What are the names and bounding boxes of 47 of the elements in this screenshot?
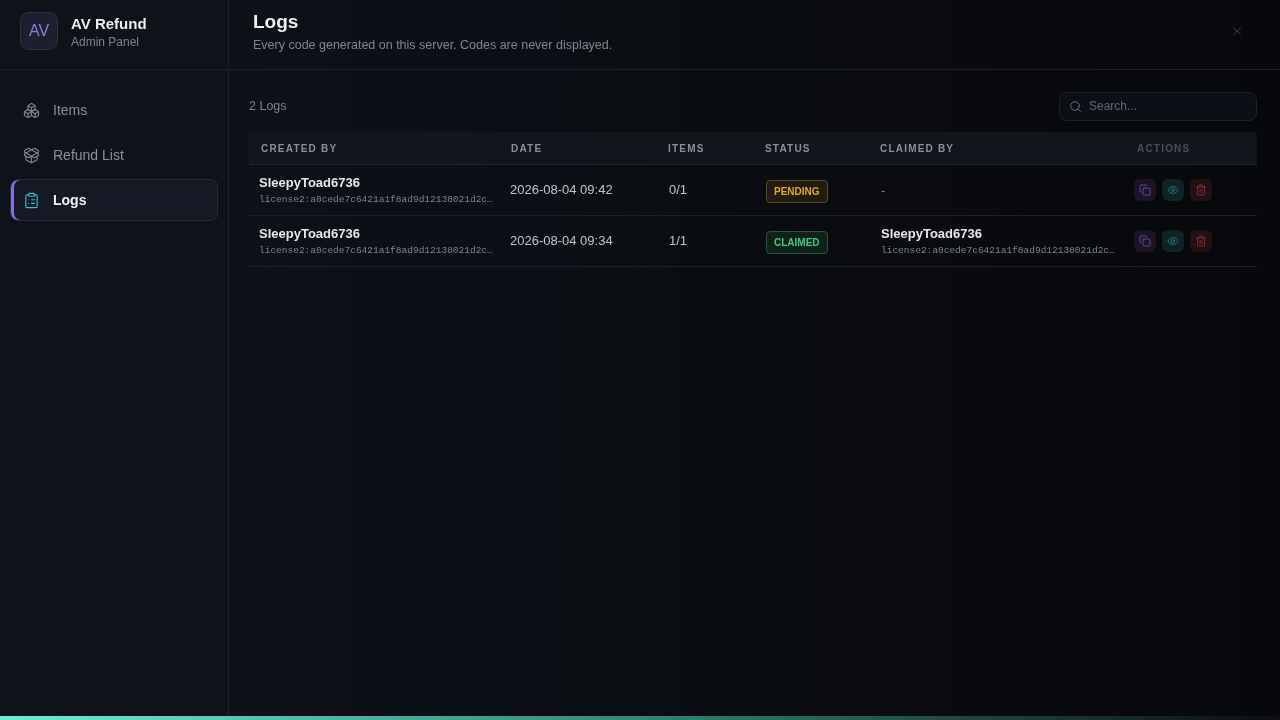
license-id: license2:a0cede7c6421a1f8ad9d12138021d2c… (881, 244, 1116, 257)
search-field[interactable]: Search... (1059, 91, 1257, 121)
column-header: STATUS (764, 141, 811, 156)
date-cell-text: 2026-08-04 09:34 (509, 232, 613, 251)
boxes-icon (23, 101, 40, 119)
license-id: license2:a0cede7c6421a1f8ad9d12138021d2c… (259, 193, 494, 206)
eye-icon (1167, 235, 1179, 247)
page-title: Logs (253, 10, 300, 34)
clipboard-icon (23, 191, 40, 209)
copy-icon (1139, 235, 1151, 247)
nav-item[interactable]: Refund List (10, 134, 218, 176)
nav-item[interactable]: Logs (10, 179, 218, 221)
app-title: AV Refund (71, 15, 147, 33)
trash-icon (1195, 235, 1207, 247)
copy-icon (1139, 184, 1151, 196)
search-icon (1069, 99, 1082, 113)
column-header: ACTIONS (1136, 141, 1191, 156)
delete-button[interactable] (1190, 230, 1212, 252)
column-header: DATE (510, 141, 543, 156)
items-cell-text: 1/1 (668, 232, 688, 251)
empty-cell: - (881, 183, 886, 198)
copy-button[interactable] (1134, 179, 1156, 201)
view-button[interactable] (1162, 179, 1184, 201)
delete-button[interactable] (1190, 179, 1212, 201)
status-badge: CLAIMED (766, 230, 828, 254)
logo-tile: AV (20, 12, 58, 50)
license-id: license2:a0cede7c6421a1f8ad9d12138021d2c… (259, 244, 494, 257)
close-icon (1230, 24, 1244, 38)
items-cell-text: 0/1 (668, 181, 688, 200)
trash-icon (1195, 184, 1207, 196)
nav-item[interactable]: Items (10, 89, 218, 131)
column-header: CREATED BY (260, 141, 338, 156)
user-name: SleepyToad6736 (881, 225, 983, 242)
date-cell-text: 2026-08-04 09:42 (509, 181, 613, 200)
app-subtitle: Admin Panel (71, 34, 141, 50)
column-header: ITEMS (667, 141, 705, 156)
package-icon (23, 146, 40, 164)
status-badge: PENDING (766, 179, 828, 203)
user-name: SleepyToad6736 (259, 174, 361, 191)
column-header: CLAIMED BY (879, 141, 955, 156)
view-button[interactable] (1162, 230, 1184, 252)
page-subtitle: Every code generated on this server. Codes are never displayed. (253, 37, 613, 53)
eye-icon (1167, 184, 1179, 196)
close-button[interactable] (1230, 24, 1244, 38)
log-count: 2 Logs (249, 97, 287, 115)
user-name: SleepyToad6736 (259, 225, 361, 242)
copy-button[interactable] (1134, 230, 1156, 252)
